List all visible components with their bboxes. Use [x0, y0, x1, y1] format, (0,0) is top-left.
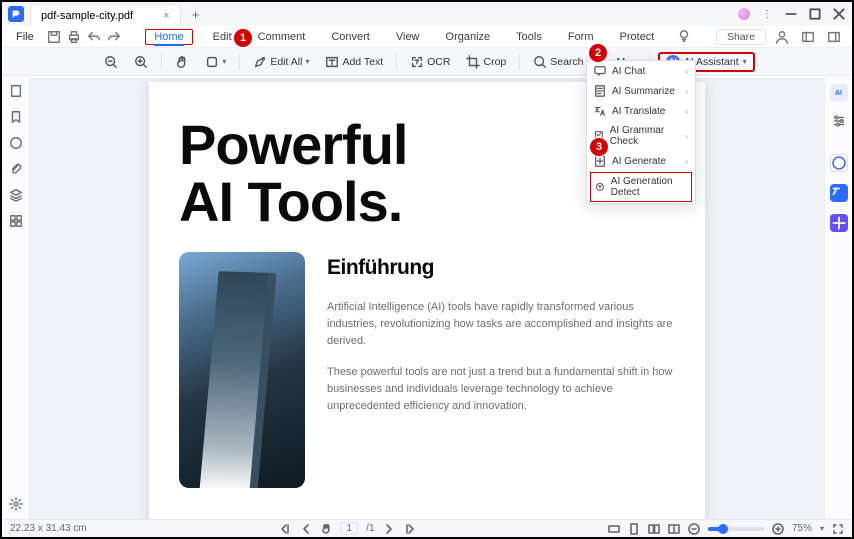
doc-paragraph-2: These powerful tools are not just a tren…: [327, 364, 675, 415]
read-mode-icon[interactable]: [668, 523, 680, 535]
crop-button[interactable]: Crop: [461, 53, 511, 71]
more-icon[interactable]: ⋮: [760, 7, 774, 21]
settings-icon[interactable]: [9, 497, 23, 511]
new-tab-button[interactable]: +: [187, 5, 205, 23]
file-menu[interactable]: File: [10, 29, 40, 45]
toolbar: ▾ Edit All▾ Add Text OCR Crop Search M… …: [2, 48, 852, 76]
step-badge-1: 1: [234, 29, 252, 47]
hand-pan-icon[interactable]: [320, 523, 332, 535]
next-page-icon[interactable]: [383, 523, 395, 535]
ai-chat-panel-icon[interactable]: [830, 154, 848, 172]
enhance-panel-icon[interactable]: [830, 214, 848, 232]
user-icon[interactable]: [775, 30, 789, 44]
bookmark-icon[interactable]: [9, 110, 23, 124]
lightbulb-icon[interactable]: [677, 29, 691, 43]
comments-icon[interactable]: [9, 136, 23, 150]
menu-comment[interactable]: Comment: [252, 29, 312, 45]
doc-image: [179, 252, 305, 488]
print-icon[interactable]: [67, 30, 81, 44]
ai-translate-item[interactable]: AI Translate›: [587, 101, 695, 121]
attachments-icon[interactable]: [9, 162, 23, 176]
edit-all-button[interactable]: Edit All▾: [248, 53, 314, 71]
step-badge-3: 3: [590, 138, 608, 156]
main-menu: Home Edit Comment Convert View Organize …: [124, 29, 716, 45]
menu-organize[interactable]: Organize: [440, 29, 497, 45]
premium-icon[interactable]: [738, 8, 750, 20]
document-canvas[interactable]: PowerfulAI Tools. Einführung Artificial …: [30, 78, 824, 519]
redo-icon[interactable]: [107, 30, 121, 44]
menu-convert[interactable]: Convert: [325, 29, 376, 45]
menu-protect[interactable]: Protect: [614, 29, 661, 45]
two-page-icon[interactable]: [648, 523, 660, 535]
last-page-icon[interactable]: [403, 523, 415, 535]
right-sidebar: [824, 78, 852, 519]
page-total: /1: [366, 523, 374, 534]
workspace: PowerfulAI Tools. Einführung Artificial …: [2, 78, 852, 519]
titlebar: pdf-sample-city.pdf × + ⋮: [2, 2, 852, 26]
chevron-down-icon: ▾: [743, 57, 747, 66]
zoom-out-status-icon[interactable]: [688, 523, 700, 535]
section-heading: Einführung: [327, 252, 675, 285]
ai-assistant-dropdown: AI Chat› AI Summarize› AI Translate› AI …: [586, 60, 696, 204]
app-icon: [8, 6, 24, 22]
fit-width-icon[interactable]: [608, 523, 620, 535]
panel-left-icon[interactable]: [801, 30, 815, 44]
sliders-icon[interactable]: [832, 114, 846, 128]
ocr-button[interactable]: OCR: [405, 53, 455, 71]
close-tab-icon[interactable]: ×: [163, 10, 169, 22]
ai-generation-detect-item[interactable]: AI Generation Detect: [590, 172, 692, 202]
hand-tool[interactable]: [170, 53, 194, 71]
left-sidebar: [2, 78, 30, 519]
tab-title: pdf-sample-city.pdf: [41, 10, 133, 22]
zoom-slider[interactable]: [708, 527, 764, 531]
ai-summarize-item[interactable]: AI Summarize›: [587, 81, 695, 101]
page-dimensions: 22.23 x 31.43 cm: [10, 523, 87, 534]
page-current[interactable]: 1: [340, 522, 358, 535]
menu-form[interactable]: Form: [562, 29, 600, 45]
zoom-in-button[interactable]: [129, 53, 153, 71]
fullscreen-icon[interactable]: [832, 523, 844, 535]
ai-panel-icon[interactable]: [830, 84, 848, 102]
single-page-icon[interactable]: [628, 523, 640, 535]
zoom-in-status-icon[interactable]: [772, 523, 784, 535]
translate-panel-icon[interactable]: [830, 184, 848, 202]
prev-page-icon[interactable]: [300, 523, 312, 535]
minimize-button[interactable]: [784, 7, 798, 21]
panel-right-icon[interactable]: [827, 30, 841, 44]
step-badge-2: 2: [589, 44, 607, 62]
add-text-button[interactable]: Add Text: [320, 53, 388, 71]
share-button[interactable]: Share: [716, 29, 766, 45]
zoom-out-button[interactable]: [99, 53, 123, 71]
menu-edit[interactable]: Edit: [207, 29, 238, 45]
document-tab[interactable]: pdf-sample-city.pdf ×: [30, 4, 181, 26]
status-bar: 22.23 x 31.43 cm 1 /1 75%▾: [2, 519, 852, 537]
layers-icon[interactable]: [9, 188, 23, 202]
zoom-level[interactable]: 75%: [792, 523, 812, 534]
ai-chat-item[interactable]: AI Chat›: [587, 61, 695, 81]
fields-icon[interactable]: [9, 214, 23, 228]
maximize-button[interactable]: [808, 7, 822, 21]
doc-paragraph-1: Artificial Intelligence (AI) tools have …: [327, 299, 675, 350]
thumbnails-icon[interactable]: [9, 84, 23, 98]
shape-tool[interactable]: ▾: [200, 53, 231, 71]
search-button[interactable]: Search: [528, 53, 588, 71]
first-page-icon[interactable]: [280, 523, 292, 535]
menu-tools[interactable]: Tools: [510, 29, 548, 45]
menu-home[interactable]: Home: [145, 29, 192, 45]
save-icon[interactable]: [47, 30, 61, 44]
close-window-button[interactable]: [832, 7, 846, 21]
menu-view[interactable]: View: [390, 29, 426, 45]
menubar: File Home Edit Comment Convert View Orga…: [2, 26, 852, 48]
undo-icon[interactable]: [87, 30, 101, 44]
